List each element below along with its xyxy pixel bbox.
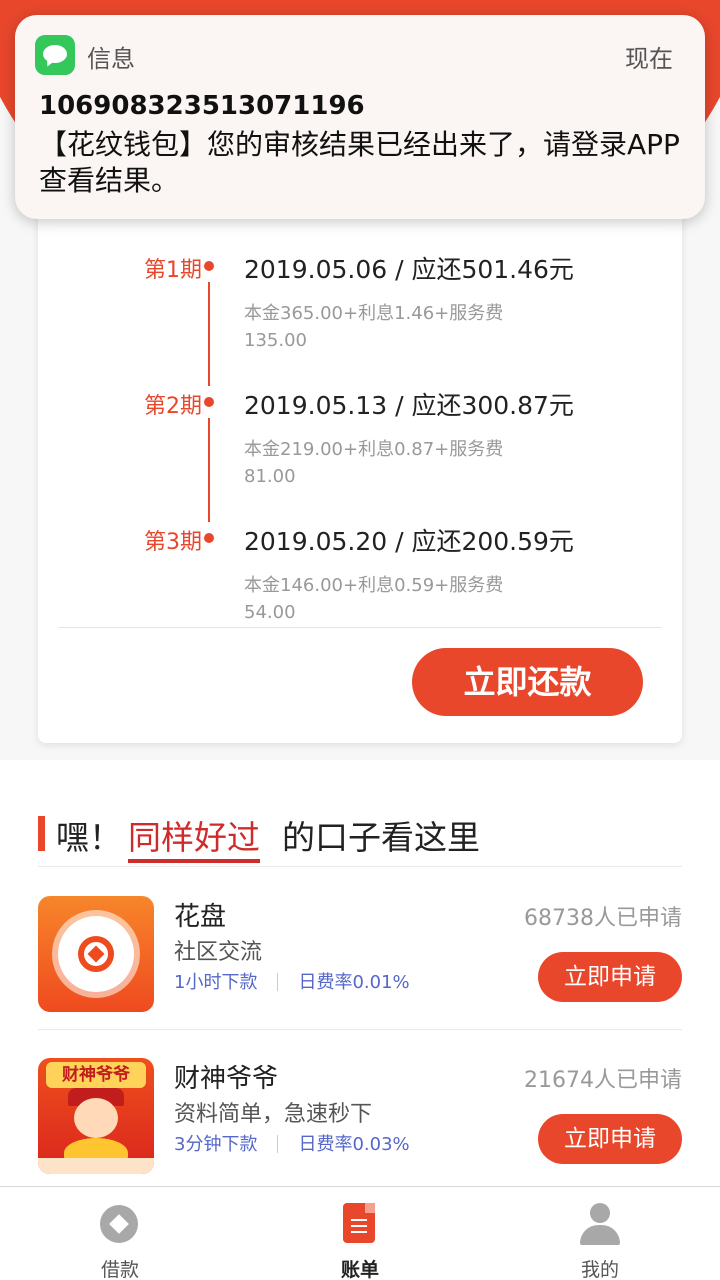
product-name: 财神爷爷 [174, 1064, 279, 1094]
daily-rate-tag: 日费率0.03% [298, 1134, 410, 1155]
period-due: 2019.05.20 / 应还200.59元 [244, 527, 574, 556]
section-title: 嘿！ 同样好过 的口子看这里 [56, 811, 480, 863]
product-tags: 3分钟下款 日费率0.03% [174, 1130, 410, 1156]
timeline-dot [204, 397, 214, 407]
product-name: 花盘 [174, 902, 227, 932]
period-label: 第3期 [144, 530, 202, 555]
tab-profile[interactable]: 我的 [480, 1187, 720, 1280]
product-description: 社区交流 [174, 940, 263, 965]
section-highlight: 同样好过 [128, 818, 260, 863]
product-item[interactable]: 花盘 社区交流 1小时下款 日费率0.01% 68738人已申请 立即申请 [38, 896, 682, 1016]
notification-sender: 106908323513071196 [39, 91, 365, 121]
notification-time: 现在 [625, 45, 673, 73]
timeline-dot [204, 261, 214, 271]
period-due: 2019.05.13 / 应还300.87元 [244, 391, 574, 420]
messages-app-icon [35, 35, 75, 75]
product-description: 资料简单，急速秒下 [174, 1102, 373, 1127]
applicant-count: 68738人已申请 [524, 906, 682, 931]
timeline-line [208, 418, 210, 522]
section-prefix: 嘿！ [56, 818, 122, 857]
divider [58, 627, 662, 628]
apply-now-button[interactable]: 立即申请 [538, 952, 682, 1002]
tab-label: 账单 [340, 1259, 379, 1280]
repay-now-button[interactable]: 立即还款 [412, 648, 643, 716]
product-tags: 1小时下款 日费率0.01% [174, 968, 410, 994]
logo-text: 财神爷爷 [46, 1062, 146, 1088]
notification-body: 【花纹钱包】您的审核结果已经出来了，请登录APP查看结果。 [39, 128, 680, 197]
huapan-logo [38, 896, 154, 1012]
caishenyeye-logo: 财神爷爷 [38, 1058, 154, 1174]
tab-label: 借款 [100, 1259, 139, 1280]
bill-icon [343, 1203, 375, 1243]
period-breakdown: 本金219.00+利息0.87+服务费81.00 [244, 439, 504, 487]
applicant-count: 21674人已申请 [524, 1068, 682, 1093]
bottom-tab-bar: 借款 账单 我的 [0, 1186, 720, 1280]
period-due: 2019.05.06 / 应还501.46元 [244, 255, 574, 284]
period-label: 第1期 [144, 258, 202, 283]
loan-speed-tag: 3分钟下款 [174, 1134, 258, 1155]
tab-bill[interactable]: 账单 [240, 1187, 480, 1280]
divider [38, 1029, 682, 1030]
apply-now-button[interactable]: 立即申请 [538, 1114, 682, 1164]
tab-label: 我的 [580, 1259, 619, 1280]
period-label: 第2期 [144, 394, 202, 419]
timeline-dot [204, 533, 214, 543]
divider [38, 866, 682, 867]
profile-icon [580, 1203, 620, 1245]
timeline-line [208, 282, 210, 386]
loan-icon [100, 1205, 138, 1243]
loan-speed-tag: 1小时下款 [174, 972, 258, 993]
period-breakdown: 本金365.00+利息1.46+服务费135.00 [244, 303, 504, 351]
tab-loan[interactable]: 借款 [0, 1187, 240, 1280]
notification-app-name: 信息 [87, 45, 135, 73]
repayment-schedule-card: 第1期 2019.05.06 / 应还501.46元 本金365.00+利息1.… [38, 150, 682, 743]
product-item[interactable]: 财神爷爷 财神爷爷 资料简单，急速秒下 3分钟下款 日费率0.03% 21674人… [38, 1058, 682, 1178]
period-breakdown: 本金146.00+利息0.59+服务费54.00 [244, 575, 504, 623]
daily-rate-tag: 日费率0.01% [298, 972, 410, 993]
section-suffix: 的口子看这里 [282, 818, 480, 857]
message-notification[interactable]: 信息 现在 106908323513071196 【花纹钱包】您的审核结果已经出… [15, 15, 705, 219]
section-marker [38, 816, 45, 851]
